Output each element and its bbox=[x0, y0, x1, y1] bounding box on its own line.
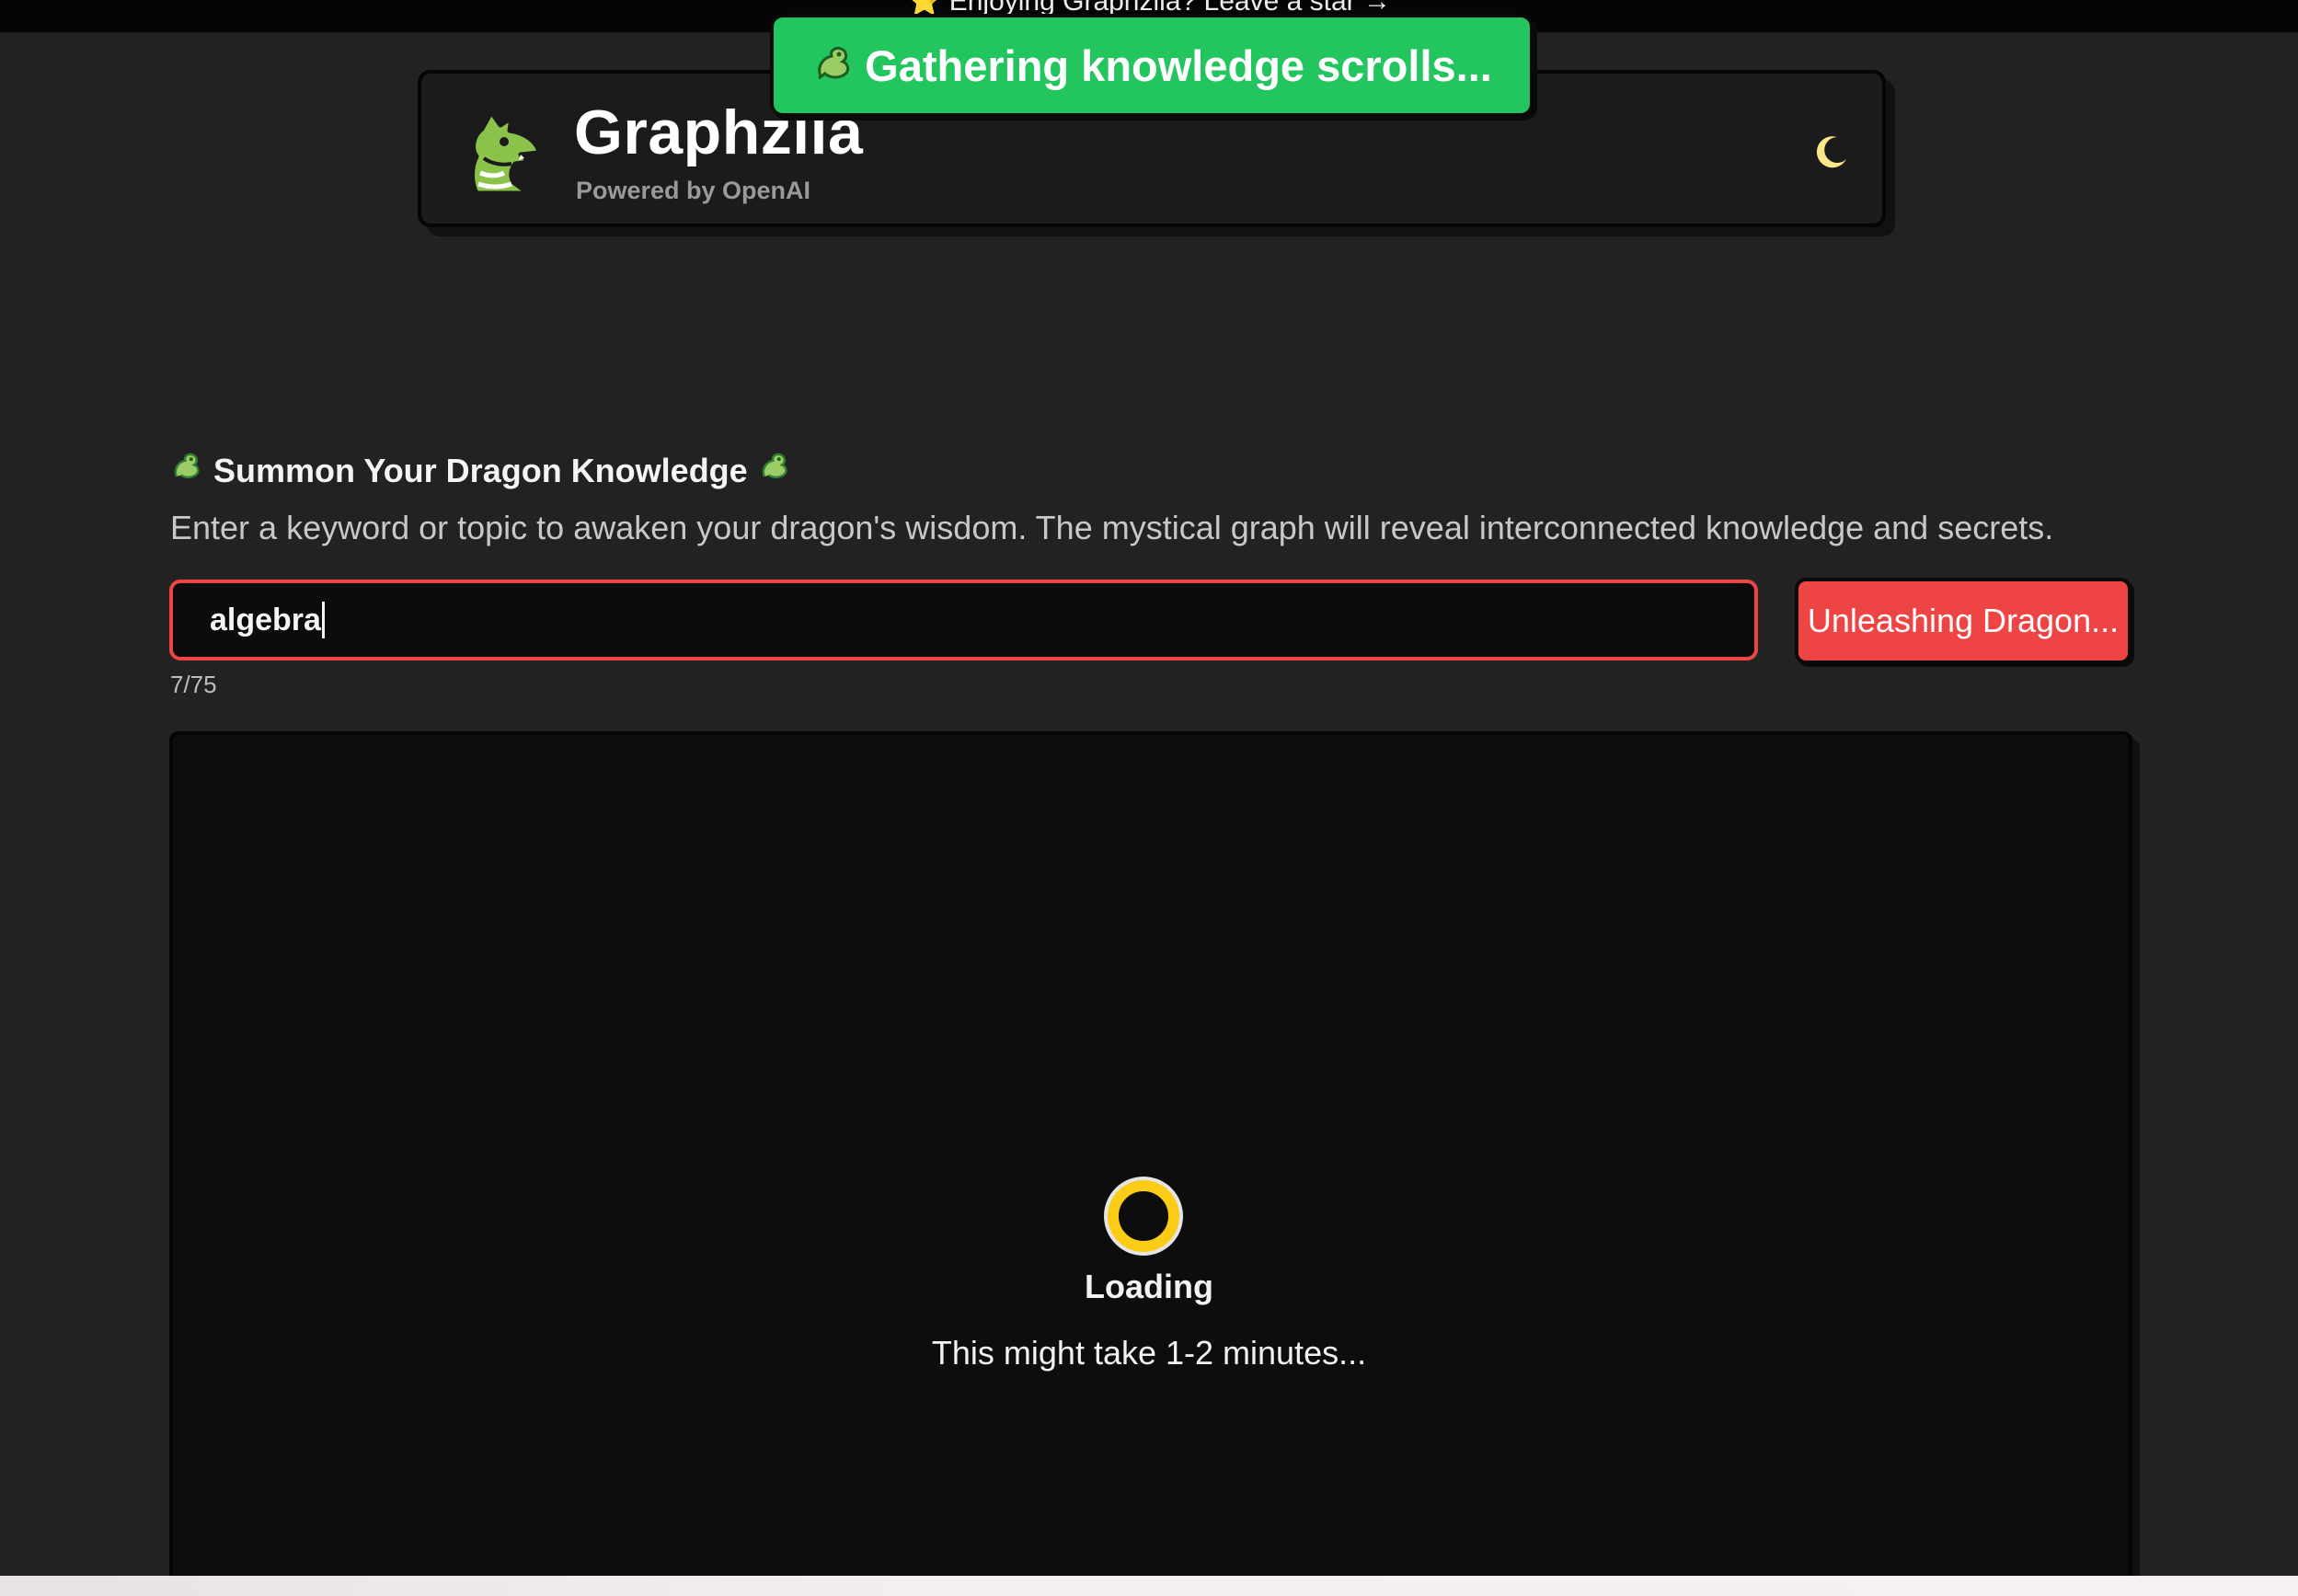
loading-note: This might take 1-2 minutes... bbox=[931, 1334, 1367, 1372]
toast-text: Gathering knowledge scrolls... bbox=[865, 40, 1492, 90]
theme-toggle-button[interactable] bbox=[1809, 131, 1855, 177]
dragon-icon bbox=[169, 449, 204, 492]
dragon-icon bbox=[757, 449, 792, 492]
app-page: ⭐ Enjoying Graphzila? Leave a star → Gra… bbox=[0, 0, 2298, 1596]
status-toast: Gathering knowledge scrolls... bbox=[770, 14, 1534, 117]
loading-label: Loading bbox=[1085, 1268, 1213, 1305]
dragon-icon bbox=[811, 41, 856, 90]
graph-panel[interactable] bbox=[169, 731, 2132, 1596]
text-caret bbox=[322, 602, 325, 638]
dragon-logo-icon bbox=[464, 109, 543, 199]
loading-spinner bbox=[1108, 1180, 1179, 1252]
keyword-input[interactable] bbox=[210, 583, 1682, 657]
char-counter: 7/75 bbox=[170, 671, 217, 698]
bottom-edge bbox=[0, 1576, 2298, 1596]
section-heading: Summon Your Dragon Knowledge bbox=[169, 449, 792, 492]
app-subtitle: Powered by OpenAI bbox=[576, 177, 811, 204]
section-heading-text: Summon Your Dragon Knowledge bbox=[213, 451, 748, 489]
section-description: Enter a keyword or topic to awaken your … bbox=[170, 509, 2054, 546]
moon-icon bbox=[1813, 133, 1850, 175]
keyword-input-field[interactable] bbox=[169, 580, 1758, 660]
unleash-button[interactable]: Unleashing Dragon... bbox=[1795, 578, 2131, 664]
